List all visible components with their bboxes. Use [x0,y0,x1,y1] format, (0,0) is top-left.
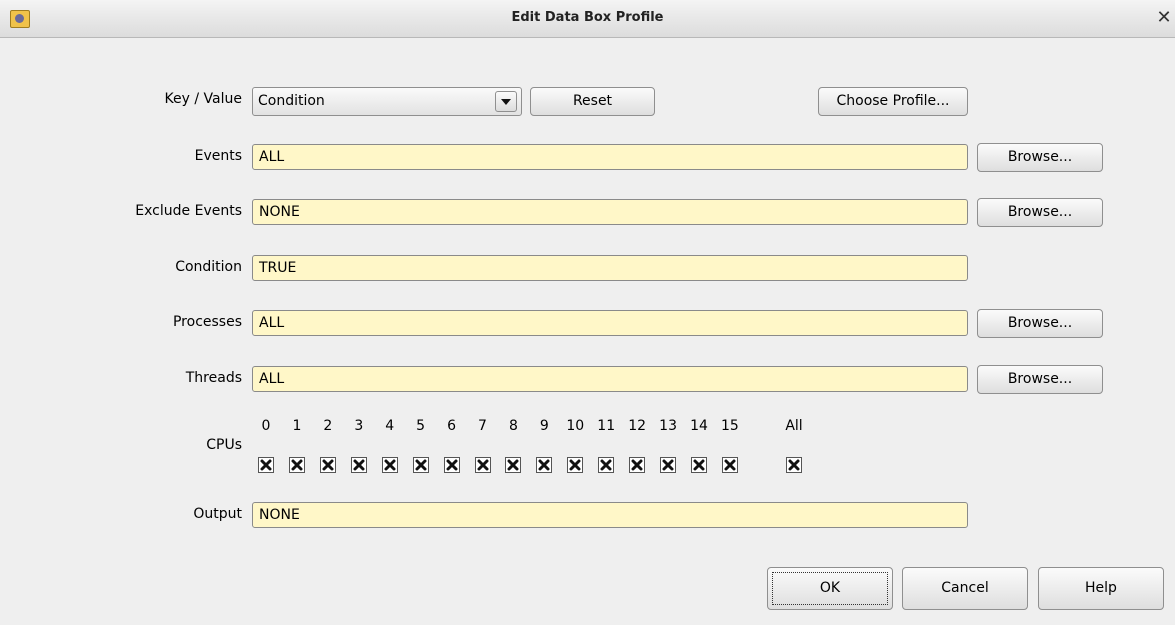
cpu-3-checkbox[interactable] [350,457,367,473]
cpu-all-label: All [785,418,803,434]
processes-field[interactable]: ALL [252,310,968,336]
cpu-1-number: 1 [292,418,302,434]
cpu-2-checkbox[interactable] [319,457,336,473]
threads-field[interactable]: ALL [252,366,968,392]
cpu-10-checkbox[interactable] [567,457,584,473]
cpu-14-checkbox[interactable] [691,457,708,473]
cpu-13-number: 13 [659,418,677,434]
close-icon[interactable]: ✕ [1155,8,1173,28]
cpu-2-number: 2 [323,418,333,434]
events-label: Events [194,148,242,164]
exclude-events-browse-button[interactable]: Browse... [977,198,1103,227]
cpu-3-number: 3 [354,418,364,434]
cpu-9-number: 9 [539,418,549,434]
ok-button[interactable]: OK [767,567,893,610]
condition-label: Condition [175,259,242,275]
key-value-combo[interactable]: Condition [252,87,522,116]
output-field[interactable]: NONE [252,502,968,528]
title-bar: Edit Data Box Profile ✕ [0,0,1175,38]
key-value-selected: Condition [258,93,325,109]
cpu-0-checkbox[interactable] [258,457,274,473]
output-label: Output [193,506,242,522]
cpu-all-checkbox[interactable] [786,457,802,473]
cpu-9-checkbox[interactable] [536,457,553,473]
key-value-label: Key / Value [164,91,242,107]
exclude-events-field[interactable]: NONE [252,199,968,225]
exclude-events-label: Exclude Events [135,203,242,219]
cpu-5-number: 5 [416,418,426,434]
cpu-12-checkbox[interactable] [629,457,646,473]
cpu-15-number: 15 [721,418,739,434]
processes-browse-button[interactable]: Browse... [977,309,1103,338]
cpu-1-checkbox[interactable] [288,457,305,473]
cpu-7-checkbox[interactable] [474,457,491,473]
help-button[interactable]: Help [1038,567,1164,610]
condition-field[interactable]: TRUE [252,255,968,281]
reset-button[interactable]: Reset [530,87,655,116]
events-browse-button[interactable]: Browse... [977,143,1103,172]
cpu-13-checkbox[interactable] [660,457,677,473]
cpu-5-checkbox[interactable] [412,457,429,473]
cpu-7-number: 7 [478,418,487,434]
events-field[interactable]: ALL [252,144,968,170]
window-title: Edit Data Box Profile [511,10,664,25]
ok-label: OK [819,580,841,596]
cancel-button[interactable]: Cancel [902,567,1028,610]
cpu-11-checkbox[interactable] [598,457,615,473]
cpu-4-number: 4 [385,418,395,434]
cpu-6-checkbox[interactable] [443,457,460,473]
dropdown-button[interactable] [495,91,517,112]
processes-label: Processes [172,314,242,330]
threads-label: Threads [185,370,242,386]
cpu-6-number: 6 [447,418,457,434]
cpus-label: CPUs [206,437,242,453]
cpu-4-checkbox[interactable] [381,457,398,473]
cpu-8-checkbox[interactable] [505,457,522,473]
cpu-12-number: 12 [628,418,647,434]
cpu-14-number: 14 [690,418,708,434]
cpu-8-number: 8 [508,418,518,434]
chevron-down-icon [501,99,511,105]
choose-profile-button[interactable]: Choose Profile... [818,87,968,116]
cpu-10-number: 10 [566,418,585,434]
threads-browse-button[interactable]: Browse... [977,365,1103,394]
cpu-15-checkbox[interactable] [721,457,738,473]
cpu-0-number: 0 [261,418,271,434]
cpu-11-number: 11 [597,418,616,434]
